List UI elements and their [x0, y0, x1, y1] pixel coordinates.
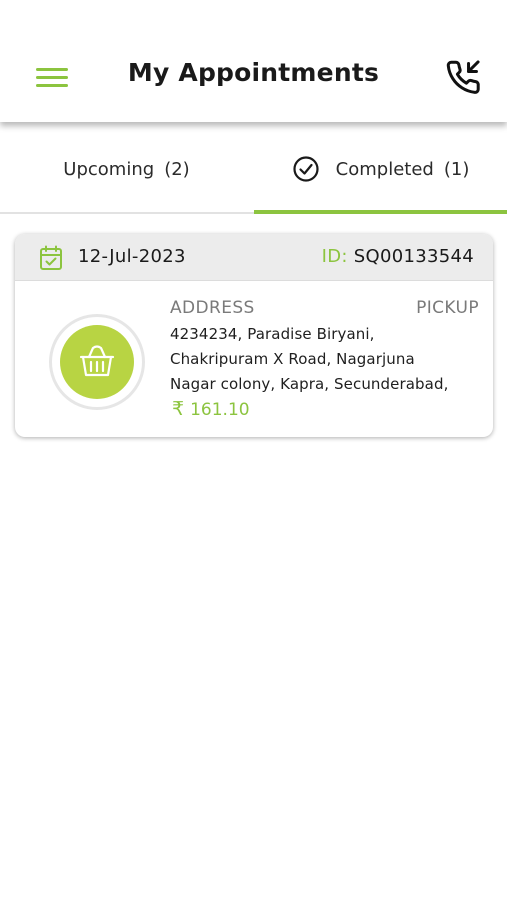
address-line: Chakripuram X Road, Nagarjuna — [170, 350, 415, 368]
check-circle-icon — [292, 155, 320, 183]
basket-icon — [60, 325, 134, 399]
appointment-tabs: Upcoming (2) Completed (1) — [0, 126, 507, 214]
appointment-card-header: 12-Jul-2023 ID: SQ00133544 — [15, 234, 493, 281]
tab-completed-count: (1) — [443, 158, 470, 180]
address-line: Nagar colony, Kapra, Secunderabad, — [170, 375, 449, 393]
tab-upcoming-label: Upcoming — [63, 158, 155, 180]
incoming-call-icon[interactable] — [444, 58, 482, 96]
rupee-icon: ₹ — [172, 398, 185, 420]
page-title: My Appointments — [127, 58, 380, 87]
tab-upcoming-count: (2) — [164, 158, 190, 180]
appointment-id-value: SQ00133544 — [353, 246, 474, 267]
address-line: 4234234, Paradise Biryani, — [170, 325, 375, 343]
app-header: My Appointments — [0, 0, 507, 122]
price-amount: 161.10 — [190, 400, 250, 420]
address-label: ADDRESS — [170, 298, 255, 318]
basket-avatar — [49, 314, 145, 410]
appointment-price: ₹161.10 — [172, 398, 250, 420]
appointment-card[interactable]: 12-Jul-2023 ID: SQ00133544 ADDRESS PICKUP… — [15, 234, 493, 437]
appointment-date: 12-Jul-2023 — [78, 246, 186, 267]
app-screen: My Appointments Upcoming (2) Completed (… — [0, 0, 507, 900]
calendar-check-icon — [39, 245, 63, 271]
appointment-id-label: ID: — [321, 246, 348, 267]
active-tab-indicator — [254, 210, 507, 214]
tab-upcoming[interactable]: Upcoming (2) — [0, 126, 253, 212]
tab-completed-label: Completed — [335, 158, 434, 180]
tab-divider — [0, 212, 254, 214]
appointment-id: ID: SQ00133544 — [322, 246, 474, 267]
tab-completed[interactable]: Completed (1) — [254, 126, 507, 212]
appointment-type-label: PICKUP — [416, 298, 479, 318]
